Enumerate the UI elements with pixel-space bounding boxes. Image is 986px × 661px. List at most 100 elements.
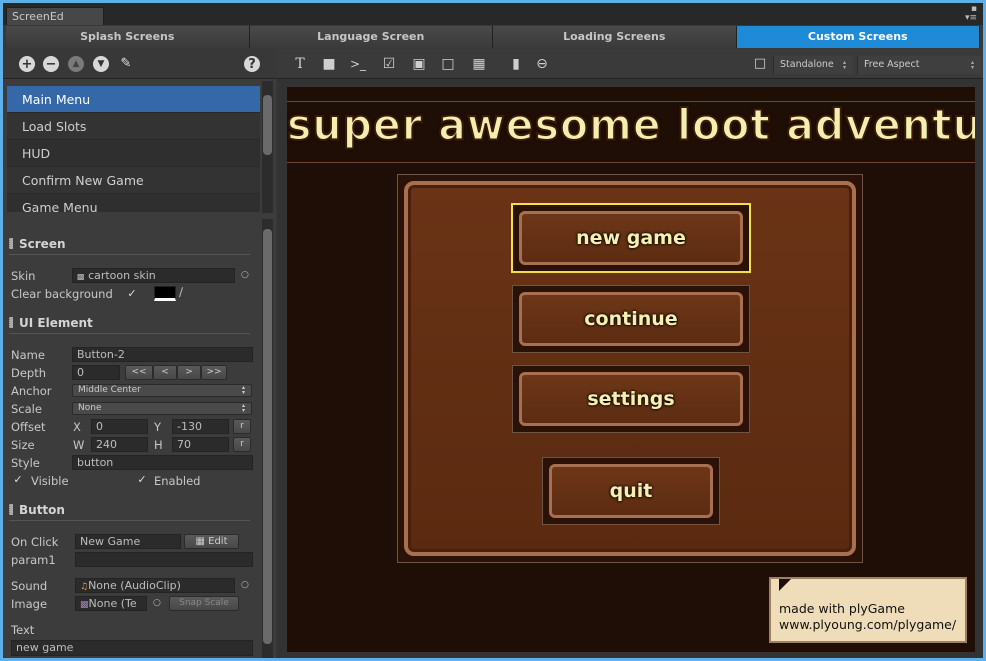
clear-background-label: Clear background: [11, 287, 113, 301]
offset-y-label: Y: [154, 420, 162, 434]
list-scrollbar-thumb[interactable]: [263, 95, 272, 155]
menu-panel: new game continue settings quit: [397, 174, 863, 563]
size-h-field[interactable]: 70: [172, 437, 229, 452]
depth-last-button[interactable]: >>: [201, 365, 227, 380]
tab-loading-screens[interactable]: Loading Screens: [493, 26, 737, 48]
tab-language-screen[interactable]: Language Screen: [249, 26, 493, 48]
list-item[interactable]: HUD: [7, 140, 260, 167]
visible-label: Visible: [31, 474, 69, 488]
box-tool-icon[interactable]: ■: [320, 55, 338, 73]
settings-button[interactable]: settings: [512, 365, 750, 433]
offset-reset-button[interactable]: r: [233, 419, 251, 434]
screened-window: ScreenEd ▪ ▾≡ Splash Screens Language Scr…: [3, 3, 983, 658]
window-menu-icon[interactable]: ▪ ▾≡: [965, 5, 977, 23]
style-field[interactable]: button: [72, 455, 253, 470]
on-click-field[interactable]: New Game: [75, 534, 181, 549]
quit-button[interactable]: quit: [542, 457, 720, 525]
size-w-label: W: [73, 438, 85, 452]
depth-next-button[interactable]: >: [177, 365, 201, 380]
text-field[interactable]: new game: [11, 640, 253, 656]
object-picker-icon[interactable]: ○: [241, 580, 249, 590]
new-game-button[interactable]: new game: [511, 203, 751, 273]
move-down-icon[interactable]: ▼: [93, 56, 109, 72]
tab-splash-screens[interactable]: Splash Screens: [6, 26, 250, 48]
document-tool-icon[interactable]: ▮: [507, 55, 525, 73]
skin-label: Skin: [11, 269, 36, 283]
inspector-scrollbar-thumb[interactable]: [263, 229, 272, 644]
enabled-checkbox[interactable]: ✓: [136, 474, 148, 486]
preview-toggle-icon[interactable]: □: [751, 55, 769, 73]
object-picker-icon[interactable]: ○: [241, 270, 249, 280]
toggle-tool-icon[interactable]: ☑: [380, 55, 398, 73]
skin-field[interactable]: ▩ cartoon skin: [72, 268, 235, 283]
name-field[interactable]: Button-2: [72, 347, 253, 362]
divider: [9, 254, 250, 255]
button-section-title: Button: [9, 503, 65, 517]
preview-panel: T ■ >_ ☑ ▣ □ ▦ ▮ ⊖ □ Standalone Free Asp…: [277, 49, 983, 658]
offset-y-field[interactable]: -130: [172, 419, 229, 434]
divider: [287, 162, 975, 163]
list-item[interactable]: Main Menu: [7, 86, 260, 113]
anchor-dropdown[interactable]: Middle Center: [72, 384, 252, 397]
edit-icon: ▦: [195, 536, 205, 547]
texture-icon: ▩: [80, 600, 89, 610]
list-item[interactable]: Load Slots: [7, 113, 260, 140]
tab-custom-screens[interactable]: Custom Screens: [736, 26, 980, 48]
text-tool-icon[interactable]: T: [291, 55, 309, 73]
list-scrollbar[interactable]: [262, 81, 273, 213]
name-label: Name: [11, 348, 45, 362]
remove-icon[interactable]: −: [43, 56, 59, 72]
image-tool-icon[interactable]: ▣: [410, 55, 428, 73]
offset-x-field[interactable]: 0: [91, 419, 148, 434]
promo-line: made with plyGame: [779, 601, 905, 616]
image-field[interactable]: ▩None (Te: [75, 596, 147, 611]
snap-scale-button[interactable]: Snap Scale: [169, 596, 239, 611]
eyedropper-icon[interactable]: ∕: [179, 285, 183, 299]
game-title: super awesome loot adventure: [287, 99, 975, 151]
object-picker-icon[interactable]: ○: [153, 598, 161, 608]
remove-element-icon[interactable]: ⊖: [533, 55, 551, 73]
help-icon[interactable]: ?: [244, 56, 260, 72]
sound-label: Sound: [11, 579, 48, 593]
on-click-label: On Click: [11, 535, 59, 549]
size-w-field[interactable]: 240: [91, 437, 148, 452]
image-label: Image: [11, 597, 48, 611]
depth-field[interactable]: 0: [72, 365, 120, 380]
scale-dropdown[interactable]: None: [72, 402, 252, 415]
scale-label: Scale: [11, 402, 42, 416]
param1-label: param1: [11, 553, 56, 567]
divider: [9, 520, 250, 521]
edit-button[interactable]: ▦ Edit: [184, 534, 239, 549]
inspector-scrollbar[interactable]: [262, 219, 273, 658]
size-label: Size: [11, 438, 35, 452]
clear-background-checkbox[interactable]: ✓: [126, 288, 138, 300]
size-reset-button[interactable]: r: [233, 437, 251, 452]
text-label: Text: [11, 623, 35, 637]
ui-element-section-title: UI Element: [9, 316, 93, 330]
list-item[interactable]: Confirm New Game: [7, 167, 260, 194]
offset-label: Offset: [11, 420, 46, 434]
window-tab[interactable]: ScreenEd: [6, 7, 104, 25]
add-icon[interactable]: +: [19, 56, 35, 72]
platform-dropdown[interactable]: Standalone: [773, 56, 853, 74]
param1-field[interactable]: [75, 552, 253, 567]
aspect-dropdown[interactable]: Free Aspect: [857, 56, 981, 74]
depth-first-button[interactable]: <<: [125, 365, 153, 380]
anchor-label: Anchor: [11, 384, 52, 398]
offset-x-label: X: [73, 420, 81, 434]
audio-clip-icon: ♫: [80, 582, 89, 592]
plygame-promo[interactable]: made with plyGame www.plyoung.com/plygam…: [769, 577, 967, 643]
clear-color-swatch[interactable]: [154, 286, 176, 301]
depth-prev-button[interactable]: <: [153, 365, 177, 380]
continue-button[interactable]: continue: [512, 285, 750, 353]
input-tool-icon[interactable]: >_: [349, 55, 367, 73]
list-item[interactable]: Game Menu: [7, 194, 260, 212]
sound-field[interactable]: ♫None (AudioClip): [75, 578, 235, 593]
movie-tool-icon[interactable]: ▦: [470, 55, 488, 73]
window-titlebar: ScreenEd ▪ ▾≡: [3, 3, 983, 25]
visible-checkbox[interactable]: ✓: [12, 474, 24, 486]
rename-icon[interactable]: ✎: [117, 55, 135, 73]
move-up-icon[interactable]: ▲: [68, 56, 84, 72]
button-tool-icon[interactable]: □: [439, 55, 457, 73]
depth-label: Depth: [11, 366, 47, 380]
